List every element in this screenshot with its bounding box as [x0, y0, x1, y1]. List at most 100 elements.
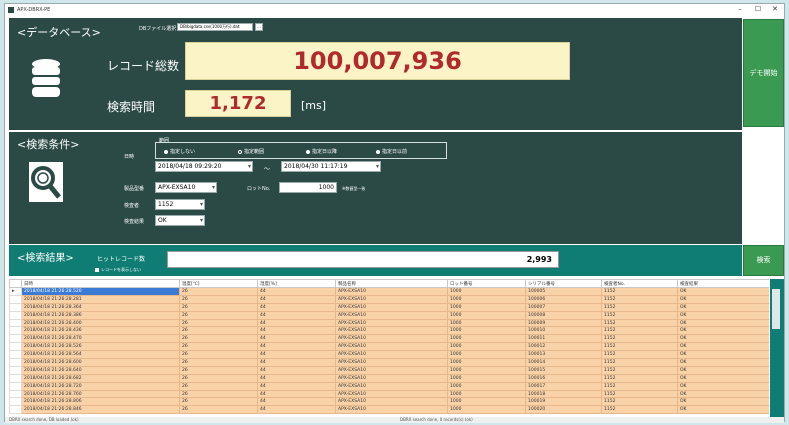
- table-cell[interactable]: 1152: [601, 358, 678, 367]
- table-cell[interactable]: 26: [179, 342, 258, 352]
- table-cell[interactable]: 44: [257, 350, 336, 360]
- column-header[interactable]: 製品名称: [335, 279, 448, 288]
- table-cell[interactable]: 1152: [601, 381, 678, 391]
- row-header[interactable]: [9, 397, 22, 407]
- row-header[interactable]: [9, 389, 22, 399]
- table-row[interactable]: 2018/04/18 21:26:28.600 26 44 APX-EXSA10 100…: [9, 358, 769, 367]
- row-header[interactable]: [9, 358, 22, 367]
- column-header[interactable]: 検査者No.: [601, 279, 678, 288]
- table-cell[interactable]: APX-EXSA10: [335, 397, 448, 407]
- table-cell[interactable]: 2018/04/18 21:26:28.564: [21, 350, 180, 360]
- table-cell[interactable]: APX-EXSA10: [335, 389, 448, 399]
- table-cell[interactable]: 1152: [601, 342, 678, 352]
- table-cell[interactable]: 1000: [447, 294, 526, 304]
- product-select[interactable]: APX-EXSA10: [155, 182, 217, 193]
- table-cell[interactable]: 2018/04/18 21:26:28.470: [21, 334, 180, 344]
- table-cell[interactable]: 1152: [601, 389, 678, 399]
- table-row[interactable]: 2018/04/18 21:26:28.400 26 44 APX-EXSA10 100…: [9, 318, 769, 328]
- result-select[interactable]: OK: [155, 215, 205, 226]
- table-cell[interactable]: 100012: [525, 342, 602, 352]
- table-cell[interactable]: 2018/04/18 21:26:28.386: [21, 310, 180, 320]
- table-cell[interactable]: 1000: [447, 287, 526, 296]
- table-cell[interactable]: 1152: [601, 373, 678, 383]
- table-row[interactable]: 2018/04/18 21:26:28.720 26 44 APX-EXSA10 100…: [9, 381, 769, 391]
- table-cell[interactable]: OK: [677, 287, 769, 296]
- table-cell[interactable]: OK: [677, 294, 769, 304]
- table-cell[interactable]: 26: [179, 302, 258, 312]
- table-cell[interactable]: APX-EXSA10: [335, 358, 448, 367]
- table-cell[interactable]: 1152: [601, 365, 678, 375]
- browse-button[interactable]: ...: [255, 23, 263, 31]
- table-cell[interactable]: 1000: [447, 302, 526, 312]
- table-cell[interactable]: APX-EXSA10: [335, 294, 448, 304]
- table-cell[interactable]: OK: [677, 342, 769, 352]
- table-cell[interactable]: 1000: [447, 326, 526, 336]
- table-cell[interactable]: 1000: [447, 318, 526, 328]
- table-cell[interactable]: 44: [257, 310, 336, 320]
- row-header[interactable]: [9, 326, 22, 336]
- date-to-picker[interactable]: 2018/04/30 11:17:19: [281, 161, 381, 172]
- table-cell[interactable]: 44: [257, 389, 336, 399]
- row-header[interactable]: [9, 310, 22, 320]
- table-cell[interactable]: 44: [257, 381, 336, 391]
- date-from-picker[interactable]: 2018/04/18 09:29:20: [155, 161, 253, 172]
- table-cell[interactable]: APX-EXSA10: [335, 287, 448, 296]
- table-cell[interactable]: 2018/04/18 21:26:28.640: [21, 365, 180, 375]
- table-cell[interactable]: APX-EXSA10: [335, 365, 448, 375]
- radio-after[interactable]: 指定日以降: [306, 148, 337, 155]
- table-cell[interactable]: 1000: [447, 310, 526, 320]
- vertical-scrollbar[interactable]: [770, 279, 784, 417]
- table-cell[interactable]: 1000: [447, 381, 526, 391]
- table-cell[interactable]: OK: [677, 326, 769, 336]
- db-file-input[interactable]: DB/bigdata.csv(1000万行).dat: [177, 23, 253, 31]
- table-cell[interactable]: 44: [257, 287, 336, 296]
- table-cell[interactable]: 2018/04/18 21:26:28.520: [21, 287, 180, 296]
- column-header[interactable]: 日時: [21, 279, 180, 288]
- table-cell[interactable]: 44: [257, 342, 336, 352]
- table-cell[interactable]: 26: [179, 389, 258, 399]
- table-cell[interactable]: 44: [257, 302, 336, 312]
- column-header[interactable]: 湿度[%]: [257, 279, 336, 288]
- table-cell[interactable]: 26: [179, 350, 258, 360]
- table-cell[interactable]: 44: [257, 397, 336, 407]
- radio-range[interactable]: 指定範囲: [238, 148, 264, 155]
- table-cell[interactable]: 44: [257, 326, 336, 336]
- table-cell[interactable]: APX-EXSA10: [335, 373, 448, 383]
- table-cell[interactable]: OK: [677, 365, 769, 375]
- table-cell[interactable]: 1000: [447, 397, 526, 407]
- minimize-button[interactable]: –: [732, 5, 748, 15]
- table-cell[interactable]: 26: [179, 318, 258, 328]
- table-cell[interactable]: OK: [677, 318, 769, 328]
- table-cell[interactable]: 1000: [447, 342, 526, 352]
- table-cell[interactable]: 26: [179, 310, 258, 320]
- table-cell[interactable]: OK: [677, 302, 769, 312]
- table-row[interactable]: 2018/04/18 21:26:28.682 26 44 APX-EXSA10 100…: [9, 373, 769, 383]
- radio-none[interactable]: 指定しない: [164, 148, 195, 155]
- row-header[interactable]: [9, 318, 22, 328]
- table-cell[interactable]: 100014: [525, 358, 602, 367]
- table-row[interactable]: 2018/04/18 21:26:28.436 26 44 APX-EXSA10 100…: [9, 326, 769, 336]
- table-cell[interactable]: OK: [677, 310, 769, 320]
- table-cell[interactable]: APX-EXSA10: [335, 381, 448, 391]
- table-row[interactable]: 2018/04/18 21:26:28.526 26 44 APX-EXSA10 100…: [9, 342, 769, 352]
- table-cell[interactable]: 100013: [525, 350, 602, 360]
- table-cell[interactable]: OK: [677, 397, 769, 407]
- table-cell[interactable]: 100011: [525, 334, 602, 344]
- row-header[interactable]: [9, 405, 22, 415]
- table-row[interactable]: 2018/04/18 21:26:28.364 26 44 APX-EXSA10 100…: [9, 302, 769, 312]
- table-cell[interactable]: 26: [179, 405, 258, 415]
- table-cell[interactable]: 2018/04/18 21:26:28.682: [21, 373, 180, 383]
- table-cell[interactable]: 100015: [525, 365, 602, 375]
- table-cell[interactable]: OK: [677, 373, 769, 383]
- row-header[interactable]: ▸: [9, 287, 22, 296]
- table-cell[interactable]: 100019: [525, 397, 602, 407]
- table-cell[interactable]: 100009: [525, 318, 602, 328]
- table-row[interactable]: 2018/04/18 21:26:28.806 26 44 APX-EXSA10 100…: [9, 397, 769, 407]
- table-cell[interactable]: 1152: [601, 326, 678, 336]
- close-button[interactable]: ✕: [767, 5, 783, 15]
- table-cell[interactable]: 2018/04/18 21:26:28.600: [21, 358, 180, 367]
- table-cell[interactable]: 1152: [601, 350, 678, 360]
- table-cell[interactable]: OK: [677, 334, 769, 344]
- table-cell[interactable]: 2018/04/18 21:26:28.364: [21, 302, 180, 312]
- table-cell[interactable]: 100018: [525, 389, 602, 399]
